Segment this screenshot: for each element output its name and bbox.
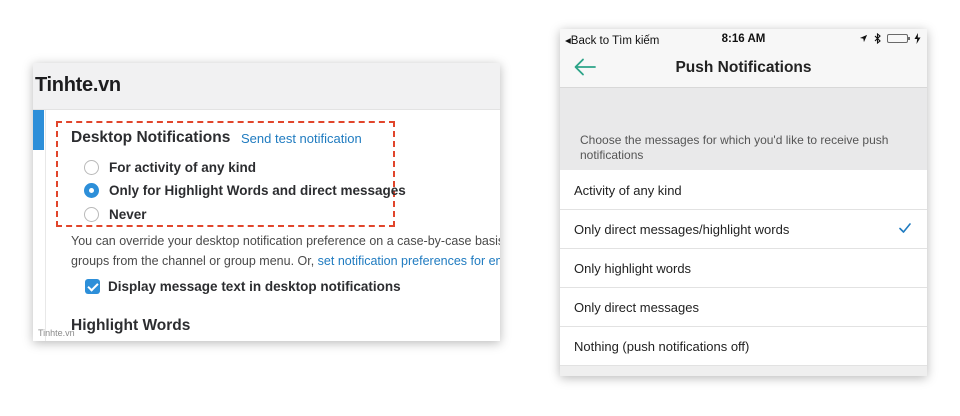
checkbox-label: Display message text in desktop notifica… [108,279,401,294]
list-item-highlight-words[interactable]: Only highlight words [560,249,927,288]
status-bar: ◂Back to Tìm kiếm 8:16 AM [560,29,927,49]
list-item-direct-messages[interactable]: Only direct messages [560,288,927,327]
override-line-2-text: groups from the channel or group menu. O… [71,254,318,268]
charging-icon [914,33,921,44]
push-options-list: Activity of any kind Only direct message… [560,171,927,366]
list-item-nothing[interactable]: Nothing (push notifications off) [560,327,927,366]
list-item-dm-highlight[interactable]: Only direct messages/highlight words [560,210,927,249]
brand-title: Tinhte.vn [35,74,121,96]
battery-icon [887,34,910,43]
section-header: Choose the messages for which you'd like… [560,88,927,170]
radio-option-never[interactable]: Never [84,205,147,223]
radio-label: Never [109,206,147,222]
location-icon [859,34,868,43]
checkmark-icon [899,223,911,233]
list-footer [560,366,927,376]
radio-label: Only for Highlight Words and direct mess… [109,182,406,198]
app-header: Tinhte.vn [33,63,500,110]
section-description: Choose the messages for which you'd like… [580,133,889,162]
list-item-label: Only direct messages/highlight words [574,222,790,237]
mobile-settings-panel: ◂Back to Tìm kiếm 8:16 AM Push Notificat… [560,29,927,376]
highlight-words-title: Highlight Words [71,317,191,334]
send-test-notification-link[interactable]: Send test notification [241,131,362,146]
radio-button-selected[interactable] [84,182,99,198]
page-title: Push Notifications [675,59,812,76]
display-message-text-option[interactable]: Display message text in desktop notifica… [85,279,401,294]
radio-option-highlight-and-dm[interactable]: Only for Highlight Words and direct mess… [84,181,406,199]
radio-button[interactable] [84,159,99,175]
watermark: Tinhte.vn [38,328,75,338]
status-icons [859,33,921,44]
bluetooth-icon [874,33,881,44]
active-section-indicator [33,110,44,150]
sidebar-divider [45,110,46,341]
radio-label: For activity of any kind [109,159,257,175]
desktop-notifications-title: Desktop Notifications [71,129,231,146]
override-line-1: You can override your desktop notificati… [71,234,500,248]
list-item-label: Nothing (push notifications off) [574,339,750,354]
list-item-label: Activity of any kind [574,183,682,198]
checkbox-checked[interactable] [85,279,100,294]
override-line-2: groups from the channel or group menu. O… [71,251,500,271]
radio-option-any-activity[interactable]: For activity of any kind [84,158,256,176]
radio-button[interactable] [84,206,99,222]
navigation-bar: Push Notifications [560,49,927,88]
desktop-settings-panel: Tinhte.vn Desktop Notifications Send tes… [33,63,500,341]
list-item-label: Only highlight words [574,261,692,276]
override-help-text: You can override your desktop notificati… [71,231,500,271]
notification-preferences-link[interactable]: set notification preferences for em [318,254,500,268]
list-item-activity-any-kind[interactable]: Activity of any kind [560,171,927,210]
list-item-label: Only direct messages [574,300,699,315]
